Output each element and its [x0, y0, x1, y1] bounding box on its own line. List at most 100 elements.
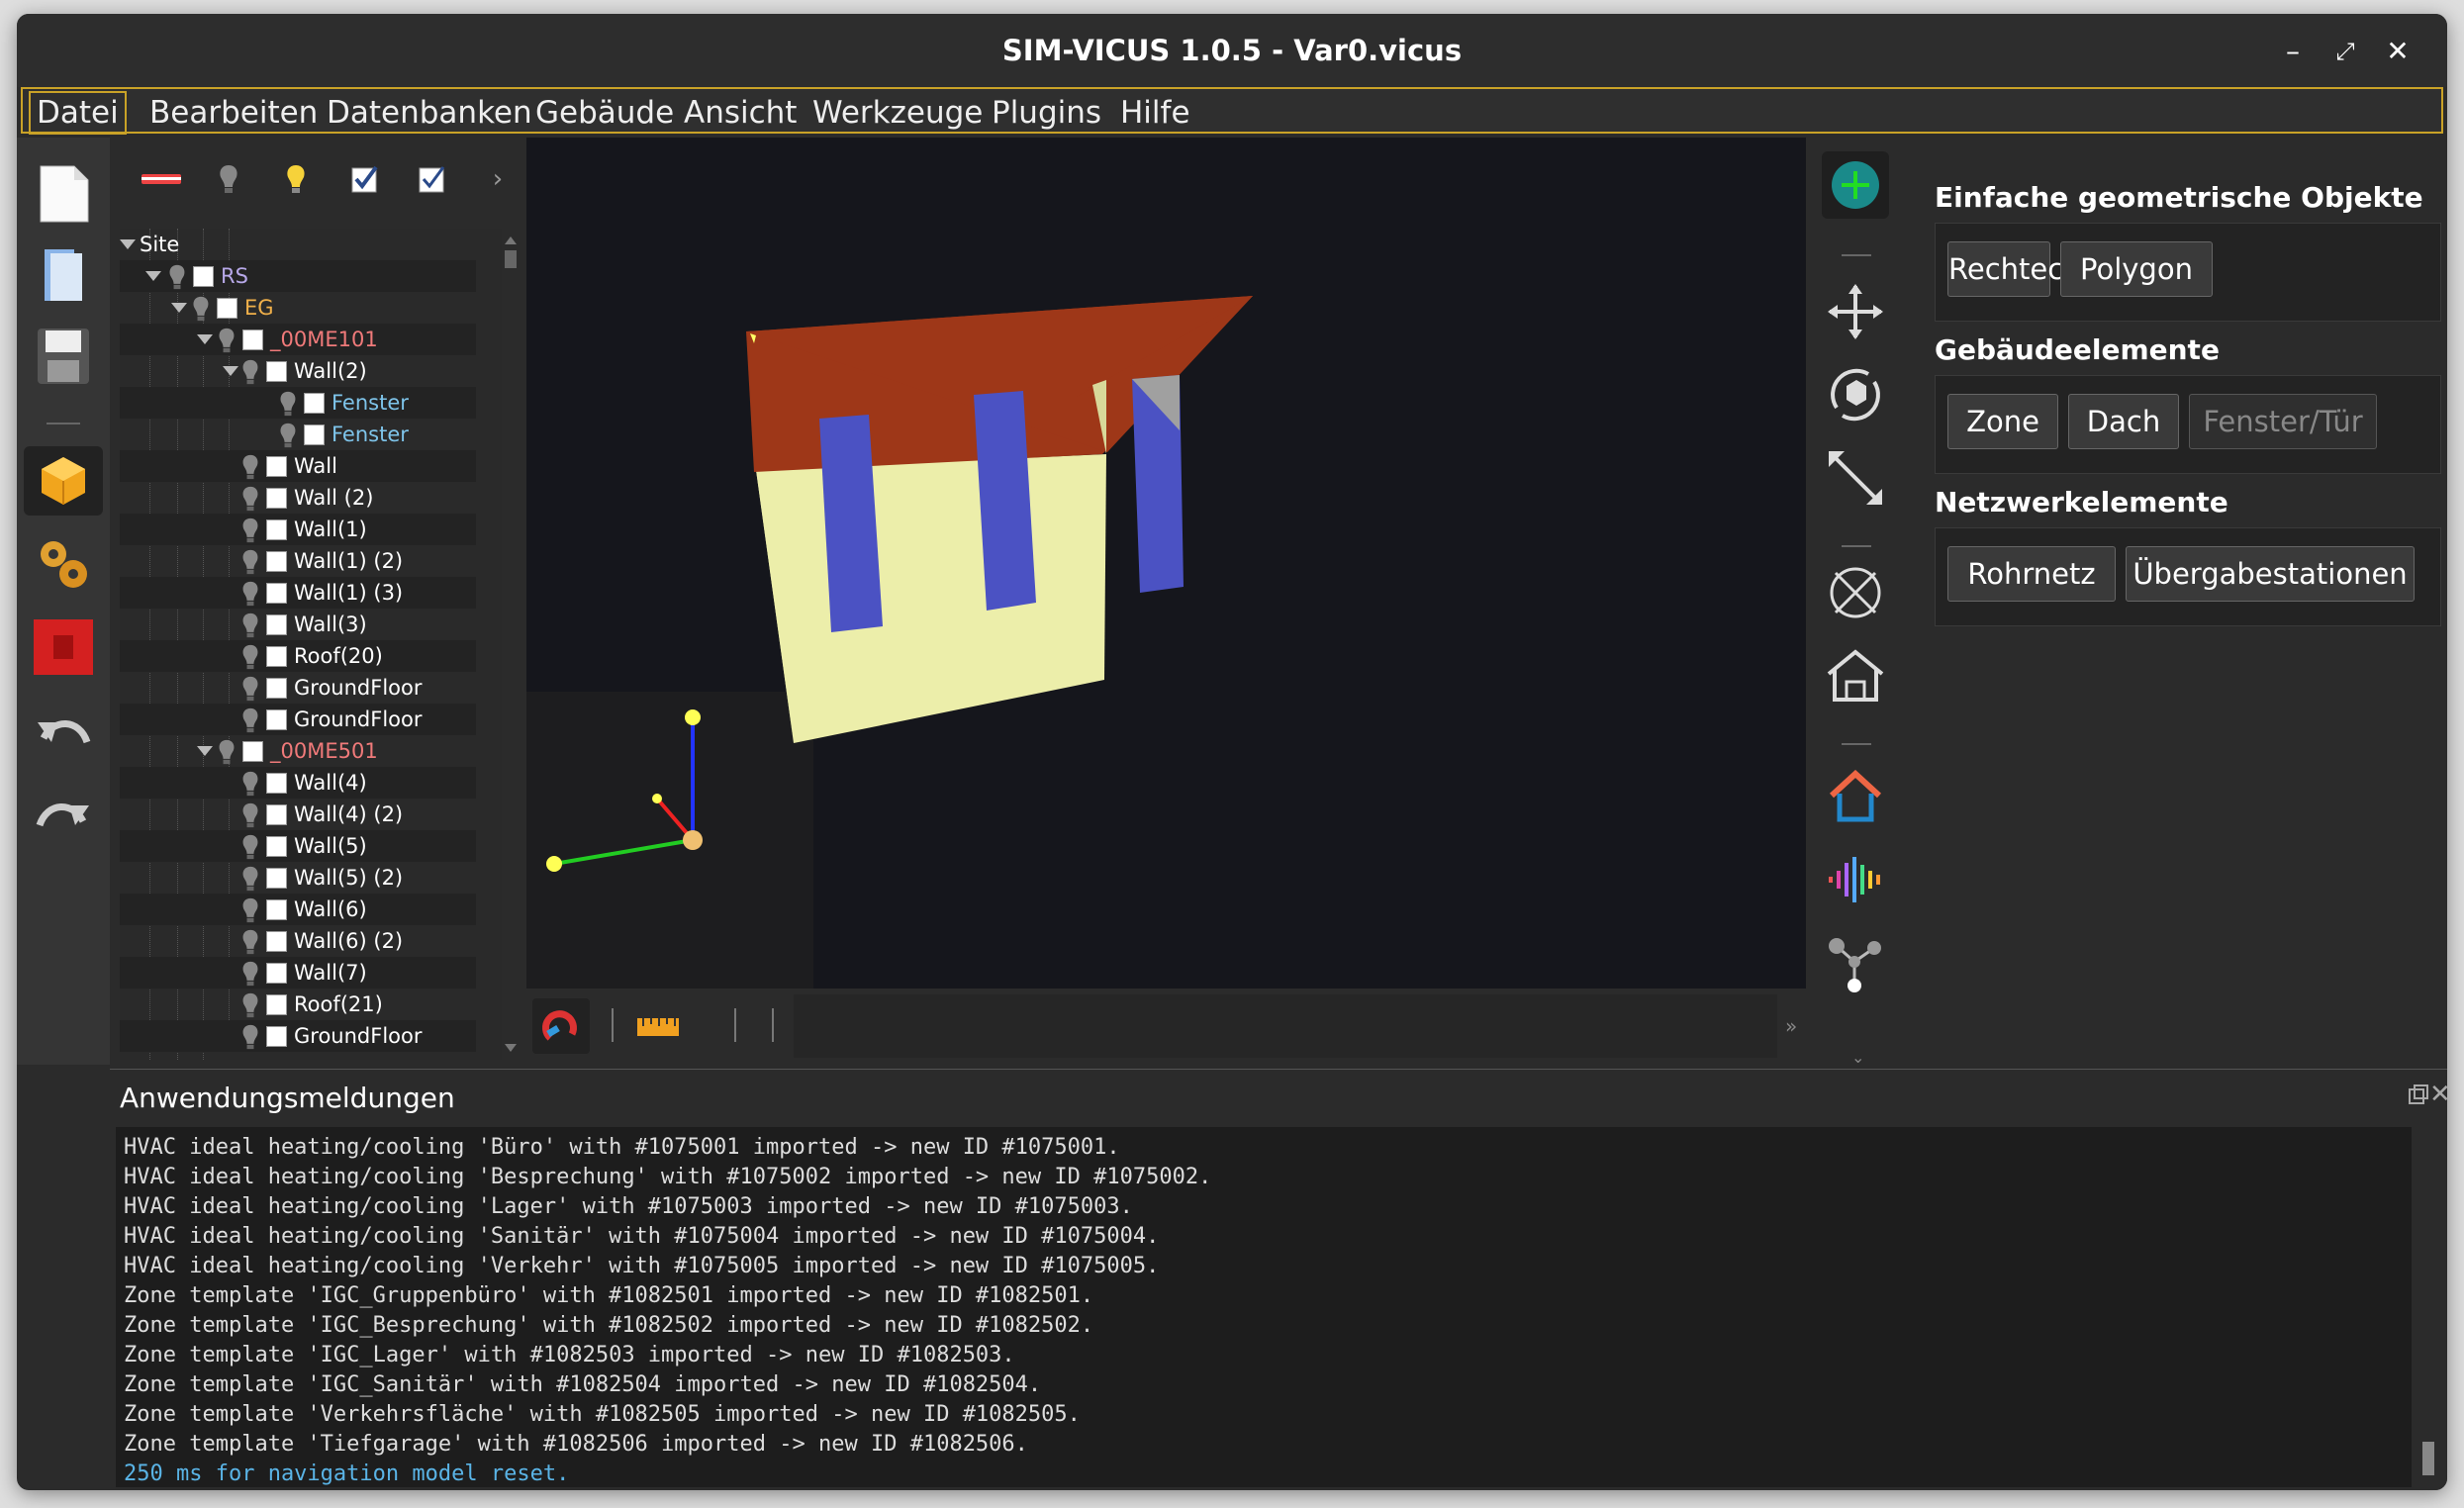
visibility-bulb-icon[interactable] — [240, 961, 260, 987]
selection-checkbox[interactable] — [304, 393, 325, 414]
selection-checkbox[interactable] — [266, 614, 287, 635]
tree-row[interactable]: Wall(6) (2) — [120, 925, 476, 957]
selection-checkbox[interactable] — [266, 583, 287, 604]
menu-werkzeuge[interactable]: Werkzeuge — [806, 95, 989, 131]
selection-checkbox[interactable] — [266, 994, 287, 1015]
selection-checkbox[interactable] — [304, 424, 325, 445]
menu-gebaeude[interactable]: Gebäude — [529, 95, 680, 131]
visibility-bulb-icon[interactable] — [191, 296, 211, 322]
selection-checkbox[interactable] — [266, 551, 287, 572]
hide-bulb-icon[interactable] — [207, 157, 250, 201]
tree-row[interactable]: Wall(4) — [120, 767, 476, 799]
selection-checkbox[interactable] — [266, 456, 287, 477]
tree-row[interactable]: GroundFloor — [120, 704, 476, 735]
building-mode-icon[interactable] — [1822, 763, 1889, 830]
selection-checkbox[interactable] — [266, 646, 287, 667]
visibility-bulb-icon[interactable] — [278, 391, 298, 417]
menu-ansicht[interactable]: Ansicht — [678, 95, 803, 131]
pipe-network-button[interactable]: Rohrnetz — [1947, 546, 2116, 602]
align-icon[interactable] — [1822, 559, 1889, 626]
add-geometry-icon[interactable] — [1822, 151, 1889, 219]
show-bulb-icon[interactable] — [274, 157, 318, 201]
visibility-bulb-icon[interactable] — [240, 549, 260, 575]
tree-row[interactable]: Wall(1) — [120, 514, 476, 545]
simulation-icon[interactable] — [29, 613, 98, 682]
tree-row[interactable]: Wall(5) — [120, 830, 476, 862]
selection-checkbox[interactable] — [193, 266, 214, 287]
selection-checkbox[interactable] — [217, 298, 237, 319]
menu-datenbanken[interactable]: Datenbanken — [321, 95, 538, 131]
close-button[interactable]: ✕ — [2378, 32, 2417, 71]
open-file-icon[interactable] — [29, 240, 98, 310]
selection-checkbox[interactable] — [266, 931, 287, 952]
menu-hilfe[interactable]: Hilfe — [1114, 95, 1196, 131]
visibility-bulb-icon[interactable] — [240, 644, 260, 670]
maximize-button[interactable]: ⤢ — [2325, 32, 2365, 71]
float-dock-icon[interactable] — [2408, 1084, 2429, 1109]
visibility-bulb-icon[interactable] — [240, 1024, 260, 1050]
tree-row[interactable]: Wall(1) (3) — [120, 577, 476, 609]
substations-button[interactable]: Übergabestationen — [2126, 546, 2415, 602]
visibility-bulb-icon[interactable] — [240, 897, 260, 923]
selection-checkbox[interactable] — [242, 330, 263, 350]
selection-checkbox[interactable] — [266, 963, 287, 984]
settings-gears-icon[interactable] — [29, 529, 98, 599]
selection-checkbox[interactable] — [266, 899, 287, 920]
tree-row[interactable]: Wall(6) — [120, 894, 476, 925]
tree-row-site[interactable]: Site — [120, 229, 476, 260]
tree-row-zone-00me101[interactable]: _00ME101 — [120, 324, 476, 355]
selection-checkbox[interactable] — [266, 1026, 287, 1047]
visibility-bulb-icon[interactable] — [240, 866, 260, 892]
visibility-bulb-icon[interactable] — [240, 707, 260, 733]
minimize-button[interactable]: – — [2273, 32, 2313, 71]
tree-row-rs[interactable]: RS — [120, 260, 476, 292]
geometry-mode-icon[interactable] — [24, 446, 103, 516]
tree-row[interactable]: GroundFloor — [120, 1020, 476, 1052]
visibility-bulb-icon[interactable] — [240, 676, 260, 702]
scale-icon[interactable] — [1822, 444, 1889, 512]
network-icon[interactable] — [1822, 929, 1889, 996]
visibility-bulb-icon[interactable] — [278, 423, 298, 448]
coordinate-input-area[interactable] — [794, 994, 1777, 1058]
messages-scrollbar[interactable] — [2419, 1127, 2437, 1487]
tree-row[interactable]: GroundFloor — [120, 672, 476, 704]
tree-row-window-1[interactable]: Fenster — [120, 387, 476, 419]
tree-row[interactable]: Wall(3) — [120, 609, 476, 640]
deselect-icon[interactable] — [411, 157, 454, 201]
visibility-bulb-icon[interactable] — [217, 739, 237, 765]
tree-row[interactable]: Wall(1) (2) — [120, 545, 476, 577]
menu-plugins[interactable]: Plugins — [986, 95, 1107, 131]
visibility-bulb-icon[interactable] — [240, 581, 260, 607]
selection-checkbox[interactable] — [266, 361, 287, 382]
building-house-icon[interactable] — [1822, 642, 1889, 709]
new-file-icon[interactable] — [29, 159, 98, 229]
tree-row-window-2[interactable]: Fenster — [120, 419, 476, 450]
tree-row[interactable]: Wall (2) — [120, 482, 476, 514]
close-dock-icon[interactable]: ✕ — [2429, 1080, 2447, 1109]
tree-row[interactable]: Wall — [120, 450, 476, 482]
3d-scene-view[interactable] — [526, 138, 1806, 989]
visibility-bulb-icon[interactable] — [240, 613, 260, 638]
polygon-button[interactable]: Polygon — [2060, 241, 2213, 297]
visibility-bulb-icon[interactable] — [240, 771, 260, 797]
selection-checkbox[interactable] — [266, 488, 287, 509]
rotate-icon[interactable] — [1822, 361, 1889, 428]
visibility-bulb-icon[interactable] — [240, 518, 260, 543]
roof-button[interactable]: Dach — [2068, 394, 2179, 449]
selection-checkbox[interactable] — [266, 868, 287, 889]
selection-checkbox[interactable] — [266, 773, 287, 794]
building-model[interactable] — [746, 296, 1253, 743]
selection-checkbox[interactable] — [266, 678, 287, 699]
save-icon[interactable] — [29, 322, 98, 391]
selection-checkbox[interactable] — [266, 709, 287, 730]
tree-row[interactable]: Wall(5) (2) — [120, 862, 476, 894]
redo-icon[interactable] — [29, 779, 98, 848]
selection-checkbox[interactable] — [266, 519, 287, 540]
expand-chevron-icon[interactable]: » — [1785, 1014, 1797, 1038]
tree-row-wall-2[interactable]: Wall(2) — [120, 355, 476, 387]
translate-icon[interactable] — [1822, 278, 1889, 345]
selection-checkbox[interactable] — [266, 804, 287, 825]
tree-row[interactable]: _00ME501 — [120, 735, 476, 767]
tree-row[interactable]: Roof(20) — [120, 640, 476, 672]
menu-datei[interactable]: Datei — [29, 91, 127, 135]
